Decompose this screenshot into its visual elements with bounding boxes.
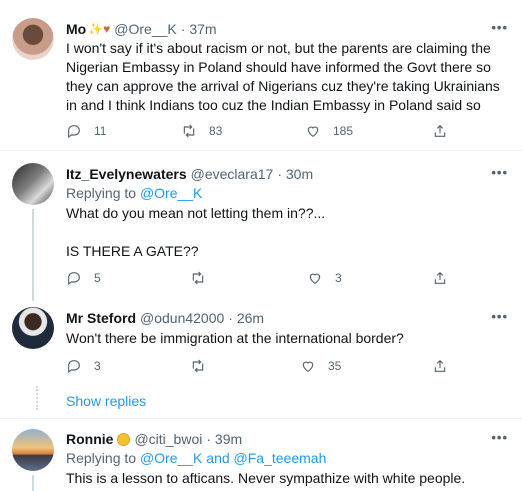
reply-icon (68, 125, 80, 139)
tweet-mo[interactable]: Mo ✨ ♥ @Ore__K · 37m ••• I won't say if … (0, 0, 522, 150)
like-button[interactable]: 185 (305, 123, 353, 139)
retweet-count: 83 (209, 124, 223, 138)
heart-icon (309, 273, 321, 285)
share-button[interactable] (432, 123, 448, 139)
coin-emoji-icon (117, 432, 131, 446)
replying-to-handle[interactable]: @Ore__K (140, 185, 202, 201)
heart-icon (307, 126, 319, 138)
thread-line (32, 475, 34, 491)
tweet-time[interactable]: · 37m (181, 21, 217, 37)
share-button[interactable] (432, 270, 448, 286)
author-handle[interactable]: @odun42000 (140, 310, 224, 326)
reply-button[interactable]: 11 (66, 123, 106, 139)
sparkle-emoji-icon: ✨ (88, 22, 104, 36)
thread-dots (36, 386, 38, 410)
reply-icon (68, 360, 80, 374)
author-name[interactable]: Mo (66, 21, 86, 37)
replying-to: Replying to @Ore__K (66, 184, 514, 203)
retweet-icon (192, 271, 204, 285)
replying-to-handle-2[interactable]: @Fa_teeemah (234, 450, 327, 466)
retweet-button[interactable]: 83 (181, 123, 222, 139)
more-options-button[interactable]: ••• (491, 165, 508, 180)
retweet-icon (192, 359, 204, 373)
share-button[interactable] (432, 358, 448, 374)
avatar-mo[interactable] (12, 18, 54, 60)
tweet-mr-steford[interactable]: Mr Steford @odun42000 · 26m ••• Won't th… (0, 299, 522, 389)
reply-count: 5 (94, 271, 101, 285)
share-icon (434, 124, 446, 137)
like-count: 3 (335, 271, 342, 285)
like-button[interactable]: 3 (307, 270, 342, 286)
tweet-text: What do you mean not letting them in??..… (66, 205, 326, 221)
avatar-mr-steford[interactable] (12, 307, 54, 349)
tweet-text: This is a lesson to afticans. Never symp… (66, 470, 466, 486)
retweet-button[interactable] (190, 270, 206, 286)
tweet-time[interactable]: · 30m (277, 166, 313, 182)
heart-icon (302, 361, 314, 373)
author-name[interactable]: Ronnie (66, 431, 113, 447)
more-options-button[interactable]: ••• (491, 309, 508, 324)
tweet-actions: 5 3 (66, 270, 456, 288)
share-icon (434, 359, 446, 372)
tweet-actions: 11 83 185 (66, 123, 456, 141)
reply-button[interactable]: 5 (66, 270, 101, 286)
like-button[interactable]: 35 (300, 358, 341, 374)
like-count: 185 (333, 124, 354, 138)
replying-to-label: Replying to (66, 450, 140, 466)
replying-to-label: Replying to (66, 185, 140, 201)
author-handle[interactable]: @eveclara17 (191, 166, 274, 182)
author-name[interactable]: Mr Steford (66, 310, 136, 326)
show-replies-link[interactable]: Show replies (66, 393, 146, 409)
retweet-icon (183, 124, 195, 138)
like-count: 35 (328, 359, 342, 373)
avatar-itz-evelynewaters[interactable] (12, 163, 54, 205)
tweet-text-line2: IS THERE A GATE?? (66, 243, 199, 259)
reply-icon (68, 272, 80, 286)
tweet-actions: 3 35 (66, 358, 456, 376)
avatar-ronnie[interactable] (12, 429, 54, 471)
reply-count: 11 (94, 124, 107, 138)
replying-to-and: and (202, 450, 234, 466)
more-options-button[interactable]: ••• (491, 20, 508, 35)
reply-button[interactable]: 3 (66, 358, 101, 374)
tweet-time[interactable]: · 39m (206, 431, 242, 447)
author-handle[interactable]: @Ore__K (114, 21, 176, 37)
author-name[interactable]: Itz_Evelynewaters (66, 166, 187, 182)
thread-line (32, 209, 34, 301)
tweet-ronnie[interactable]: Ronnie @citi_bwoi · 39m ••• Replying to … (0, 419, 522, 491)
author-handle[interactable]: @citi_bwoi (134, 431, 202, 447)
share-icon (434, 271, 446, 284)
tweet-itz-evelynewaters[interactable]: Itz_Evelynewaters @eveclara17 · 30m ••• … (0, 151, 522, 301)
heart-emoji-icon: ♥ (103, 22, 111, 36)
retweet-button[interactable] (190, 358, 206, 374)
tweet-text: I won't say if it's about racism or not,… (66, 40, 500, 113)
replying-to: Replying to @Ore__K and @Fa_teeemah (66, 449, 514, 468)
reply-count: 3 (94, 359, 101, 373)
replying-to-handle-1[interactable]: @Ore__K (140, 450, 202, 466)
tweet-text: Won't there be immigration at the intern… (66, 330, 404, 346)
more-options-button[interactable]: ••• (491, 430, 508, 445)
tweet-time[interactable]: · 26m (228, 310, 264, 326)
